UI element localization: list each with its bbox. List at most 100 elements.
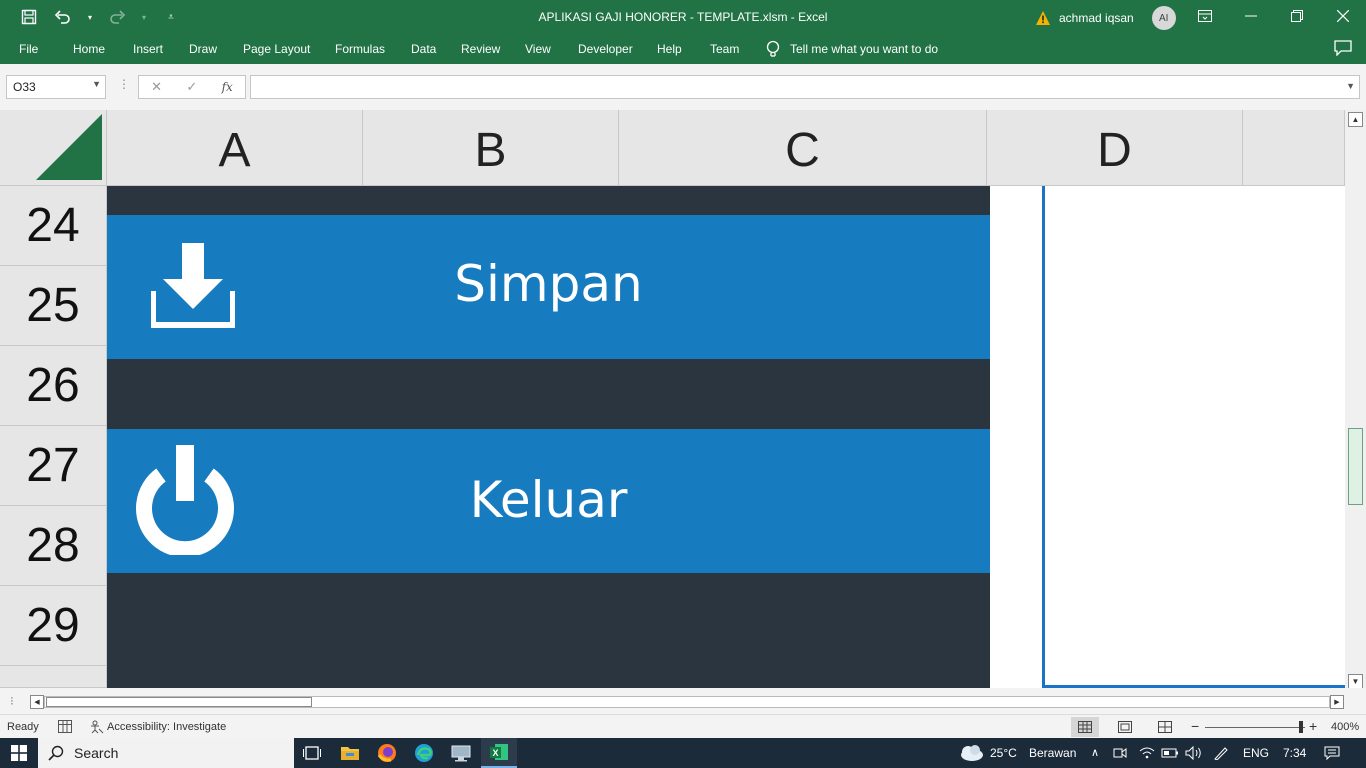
svg-text:X: X: [492, 748, 498, 758]
zoom-in-icon[interactable]: +: [1309, 718, 1317, 734]
windows-taskbar: Search X 25°C Berawan ∧ ENG 7:34: [0, 738, 1366, 768]
task-view-icon[interactable]: [301, 742, 323, 764]
taskbar-search[interactable]: Search: [38, 738, 294, 768]
tab-splitter[interactable]: ⁝: [10, 694, 14, 708]
avatar[interactable]: AI: [1151, 6, 1176, 30]
search-icon: [48, 745, 64, 761]
edge-icon[interactable]: [413, 742, 435, 764]
page-layout-view-icon[interactable]: [1111, 717, 1139, 737]
column-header-b[interactable]: B: [363, 110, 619, 186]
pen-workspace-icon[interactable]: [1213, 746, 1229, 760]
tab-formulas[interactable]: Formulas: [335, 42, 385, 56]
cancel-icon[interactable]: ✕: [151, 79, 162, 95]
scroll-down-icon[interactable]: ▼: [1348, 674, 1363, 689]
save-button[interactable]: Simpan: [107, 215, 990, 359]
tab-file[interactable]: File: [19, 42, 38, 56]
vertical-scroll-thumb[interactable]: [1348, 428, 1363, 505]
accessibility-status[interactable]: Accessibility: Investigate: [107, 721, 226, 733]
file-explorer-icon[interactable]: [339, 742, 361, 764]
name-box-value: O33: [13, 80, 36, 94]
zoom-slider-track[interactable]: [1205, 727, 1305, 728]
tab-developer[interactable]: Developer: [578, 42, 633, 56]
zoom-level[interactable]: 400%: [1331, 721, 1359, 733]
cell-mode-icon[interactable]: [58, 720, 72, 733]
tab-draw[interactable]: Draw: [189, 42, 217, 56]
warning-icon: [1036, 11, 1050, 25]
formula-buttons: ✕ ✓ fx: [138, 75, 246, 99]
page-break-view-icon[interactable]: [1151, 717, 1179, 737]
zoom-out-icon[interactable]: −: [1191, 718, 1199, 734]
lightbulb-icon: [766, 40, 780, 57]
volume-icon[interactable]: [1185, 746, 1203, 760]
insert-function-icon[interactable]: fx: [222, 80, 233, 94]
remote-desktop-icon[interactable]: [450, 742, 472, 764]
formula-input[interactable]: ▼: [250, 75, 1360, 99]
chevron-down-icon[interactable]: ▼: [92, 79, 101, 89]
column-header-c[interactable]: C: [619, 110, 987, 186]
exit-button-label: Keluar: [469, 471, 628, 529]
weather-temperature[interactable]: 25°C: [990, 746, 1017, 760]
close-icon[interactable]: [1320, 0, 1366, 32]
user-name: achmad iqsan: [1059, 11, 1134, 25]
tab-view[interactable]: View: [525, 42, 551, 56]
horizontal-scroll-thumb[interactable]: [46, 697, 312, 707]
tab-team[interactable]: Team: [710, 42, 739, 56]
ribbon-display-options-icon[interactable]: [1182, 0, 1228, 32]
column-header-a[interactable]: A: [107, 110, 363, 186]
firefox-icon[interactable]: [376, 742, 398, 764]
status-mode: Ready: [7, 721, 39, 733]
notifications-icon[interactable]: [1324, 746, 1340, 760]
row-header-24[interactable]: 24: [0, 186, 107, 266]
selection-border: [1042, 186, 1345, 688]
formula-bar: O33 ▼ ⋮ ✕ ✓ fx ▼: [0, 64, 1366, 110]
tell-me-label: Tell me what you want to do: [790, 42, 939, 56]
column-header-d[interactable]: D: [987, 110, 1243, 186]
row-header-25[interactable]: 25: [0, 266, 107, 346]
account-area[interactable]: achmad iqsan AI: [1035, 6, 1176, 30]
excel-taskbar-icon[interactable]: X: [481, 738, 517, 768]
row-header-29[interactable]: 29: [0, 586, 107, 666]
zoom-slider-thumb[interactable]: [1299, 721, 1303, 733]
ribbon-tabs: File Home Insert Draw Page Layout Formul…: [0, 34, 1366, 64]
exit-button[interactable]: Keluar: [107, 429, 990, 573]
weather-description[interactable]: Berawan: [1029, 746, 1076, 760]
clock-time[interactable]: 7:34: [1283, 746, 1306, 760]
accessibility-icon[interactable]: [90, 720, 104, 734]
scroll-up-icon[interactable]: ▲: [1348, 112, 1363, 127]
enter-icon[interactable]: ✓: [186, 79, 197, 95]
vertical-scrollbar[interactable]: ▲ ▼: [1345, 110, 1366, 689]
sheet-tab-bar: ⁝ ◀ ▶: [0, 688, 1366, 714]
restore-icon[interactable]: [1274, 0, 1320, 32]
cloud-weather-icon[interactable]: [957, 743, 985, 763]
normal-view-icon[interactable]: [1071, 717, 1099, 737]
scroll-left-icon[interactable]: ◀: [30, 695, 44, 709]
expand-formula-bar-icon[interactable]: ▼: [1346, 81, 1355, 91]
select-all-corner[interactable]: [0, 110, 107, 186]
wifi-icon[interactable]: [1139, 746, 1155, 760]
title-bar: ▾ ▾ ⩡ APLIKASI GAJI HONORER - TEMPLATE.x…: [0, 0, 1366, 34]
tab-insert[interactable]: Insert: [133, 42, 163, 56]
minimize-icon[interactable]: [1228, 0, 1274, 32]
tab-data[interactable]: Data: [411, 42, 436, 56]
name-box[interactable]: O33 ▼: [6, 75, 106, 99]
row-header-27[interactable]: 27: [0, 426, 107, 506]
tab-help[interactable]: Help: [657, 42, 682, 56]
search-label: Search: [74, 745, 119, 761]
meet-now-icon[interactable]: [1113, 746, 1127, 760]
column-header-e[interactable]: [1243, 110, 1345, 186]
tell-me-search[interactable]: Tell me what you want to do: [766, 40, 938, 58]
row-header-28[interactable]: 28: [0, 506, 107, 586]
battery-icon[interactable]: [1161, 746, 1179, 760]
row-header-30[interactable]: [0, 666, 107, 688]
tab-review[interactable]: Review: [461, 42, 500, 56]
windows-start-icon[interactable]: [8, 742, 30, 764]
save-button-label: Simpan: [454, 255, 643, 313]
show-hidden-icons-icon[interactable]: ∧: [1091, 746, 1099, 759]
row-header-26[interactable]: 26: [0, 346, 107, 426]
tab-page-layout[interactable]: Page Layout: [243, 42, 310, 56]
comments-icon[interactable]: [1334, 40, 1352, 56]
input-language[interactable]: ENG: [1243, 746, 1269, 760]
scroll-right-icon[interactable]: ▶: [1330, 695, 1344, 709]
formula-bar-splitter[interactable]: ⋮: [118, 77, 130, 91]
tab-home[interactable]: Home: [73, 42, 105, 56]
